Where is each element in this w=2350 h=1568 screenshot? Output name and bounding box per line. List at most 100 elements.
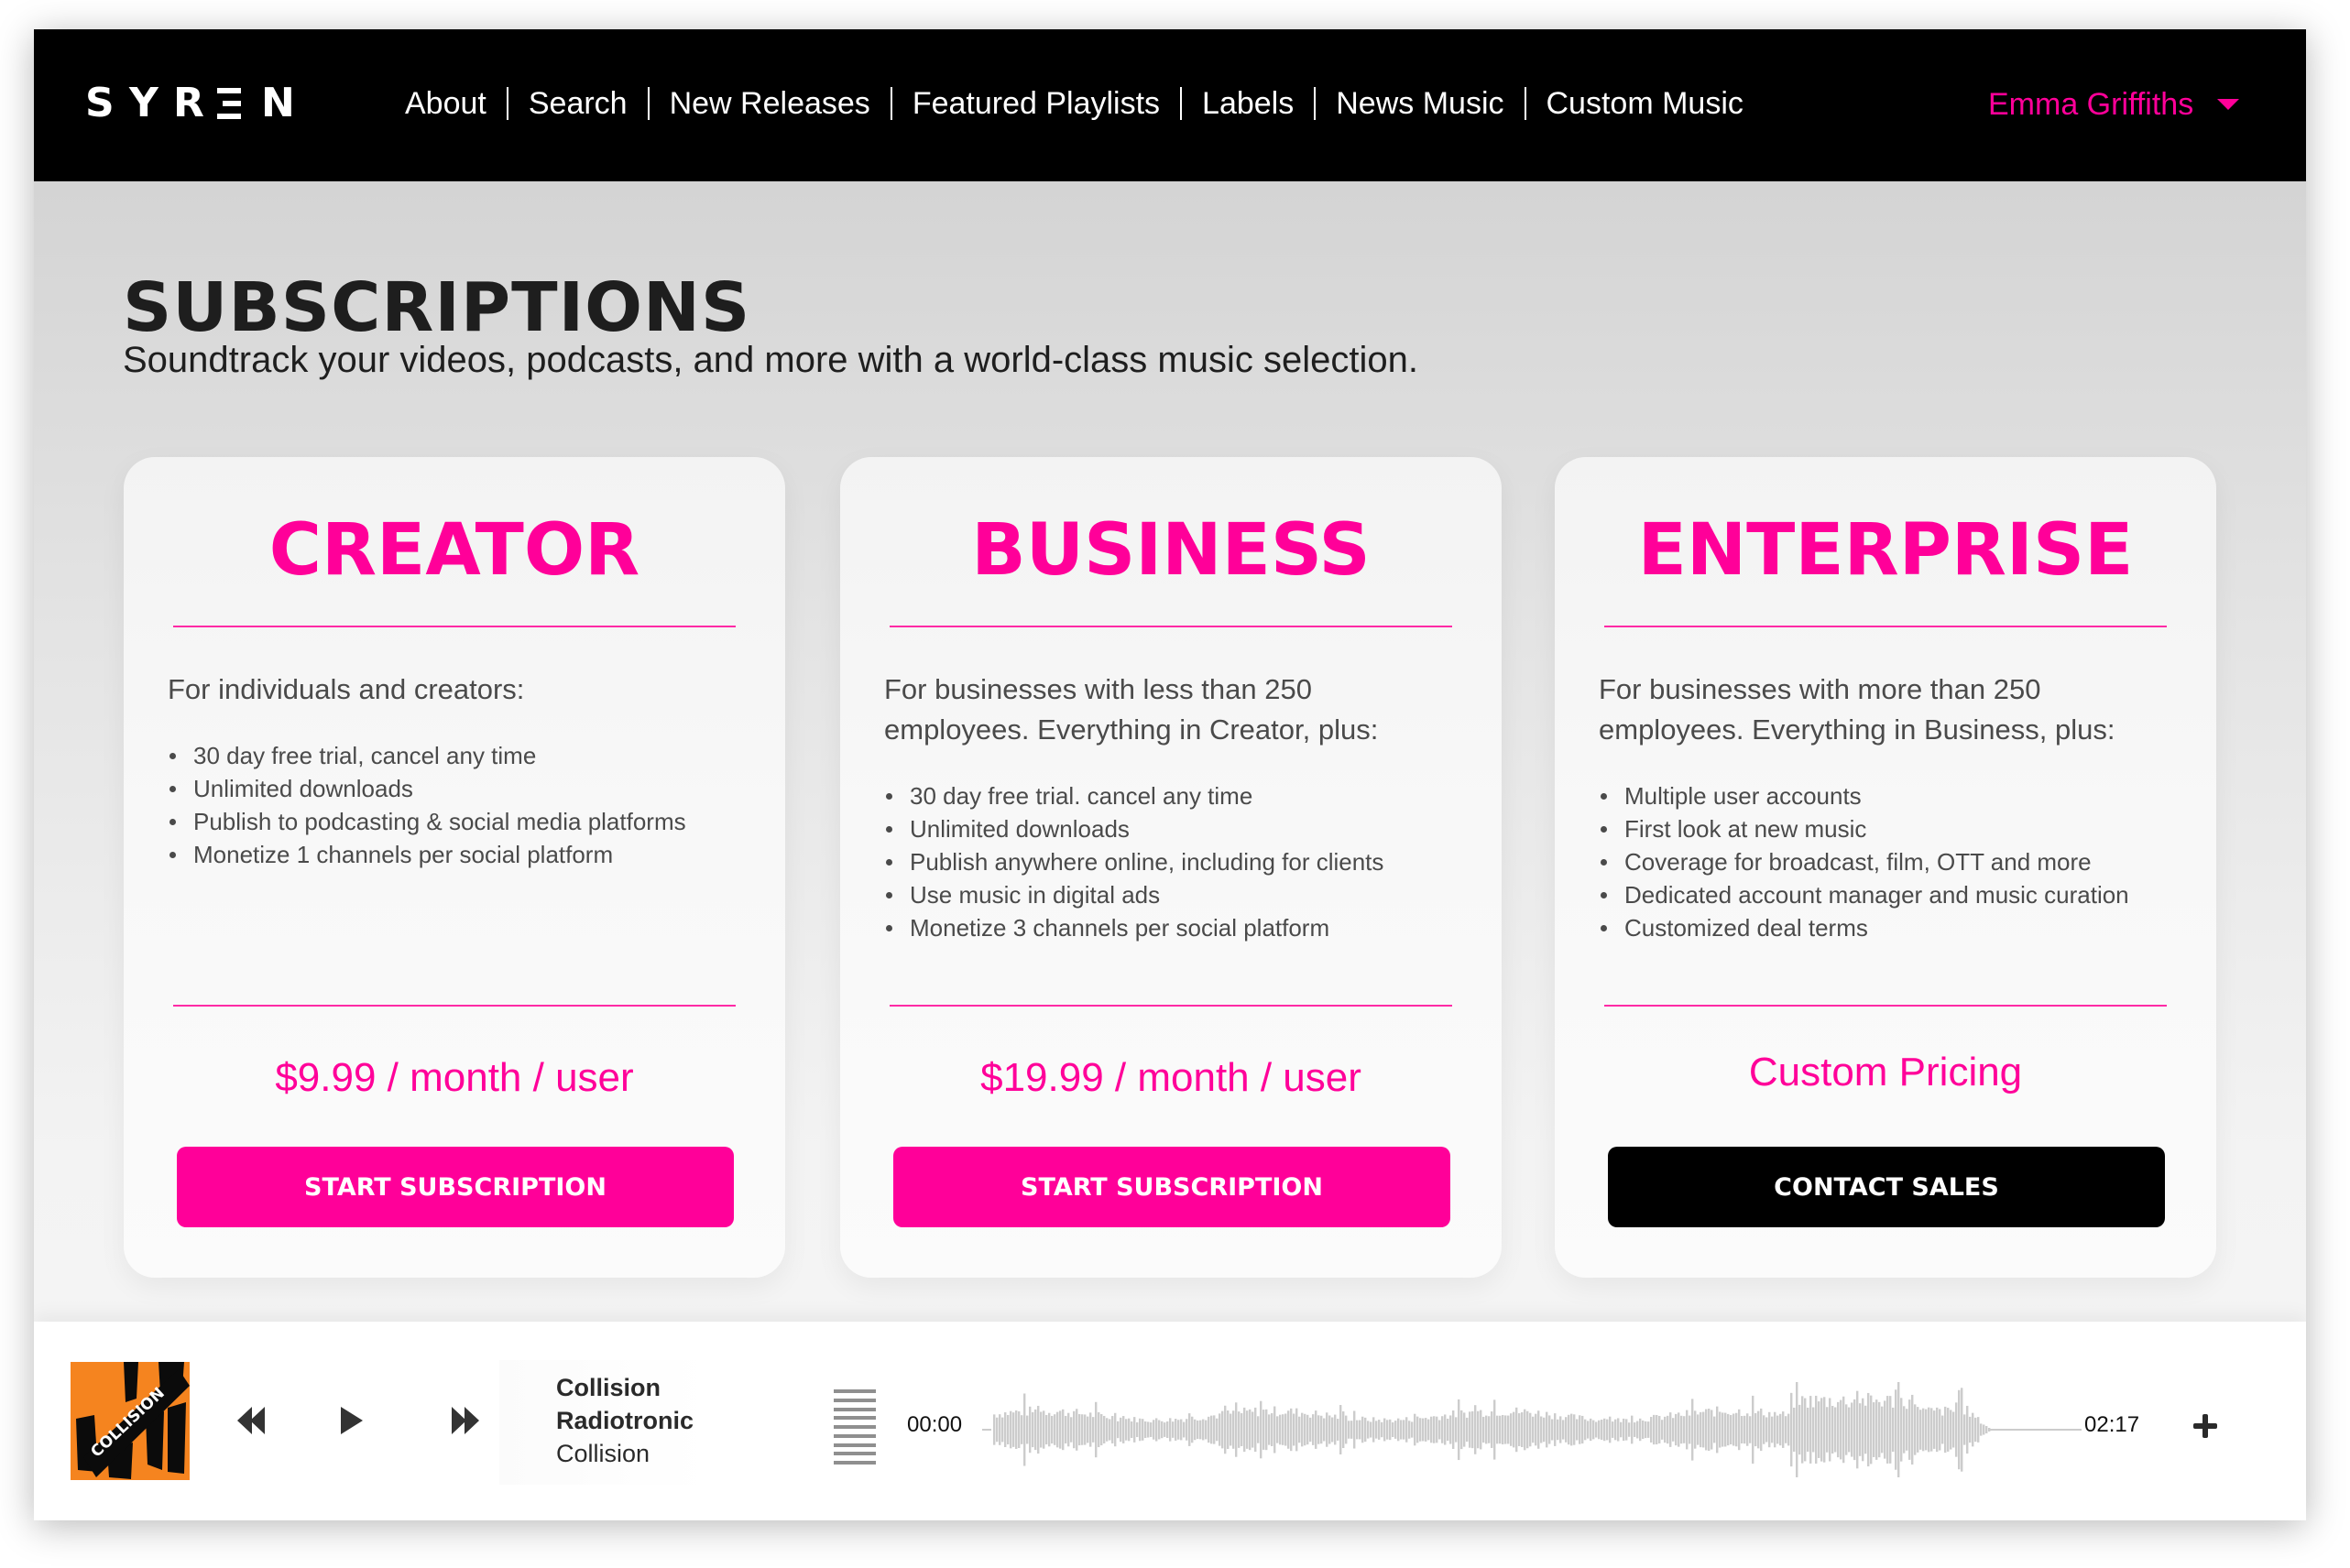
waveform-bar <box>1680 1415 1683 1444</box>
waveform-bar <box>1716 1406 1719 1454</box>
waveform-bar <box>1933 1410 1936 1449</box>
waveform-bar <box>1886 1396 1889 1464</box>
waveform-bar <box>1969 1416 1972 1443</box>
waveform-bar <box>1870 1395 1873 1465</box>
waveform-bar <box>1768 1411 1771 1448</box>
waveform-bar <box>1194 1419 1197 1441</box>
logo-letter: N <box>261 80 295 126</box>
play-icon <box>341 1407 363 1434</box>
waveform-bar <box>996 1417 999 1443</box>
waveform-bar <box>1287 1410 1290 1449</box>
caret-down-icon <box>2217 99 2240 110</box>
user-menu-dropdown[interactable]: Emma Griffiths <box>1988 84 2240 125</box>
waveform-bar <box>1210 1415 1213 1444</box>
waveform-bar <box>1724 1412 1727 1447</box>
nav-custom-music[interactable]: Custom Music <box>1547 86 1743 122</box>
feature-item: Multiple user accounts <box>1599 779 2198 812</box>
queue-list-icon[interactable] <box>834 1389 876 1465</box>
waveform-bar <box>1260 1400 1262 1459</box>
waveform-bar <box>1955 1402 1958 1457</box>
waveform-bar <box>1798 1404 1801 1455</box>
track-title[interactable]: Collision <box>556 1371 694 1404</box>
logo-letter: S <box>85 80 115 126</box>
waveform-bar <box>1131 1421 1133 1438</box>
waveform-bar <box>1760 1408 1763 1452</box>
start-subscription-creator-button[interactable]: START SUBSCRIPTION <box>177 1147 734 1227</box>
waveform-bar <box>1675 1413 1678 1446</box>
nav-search[interactable]: Search <box>529 86 628 122</box>
waveform-bar <box>1980 1423 1983 1436</box>
syren-logo[interactable]: S Y R N <box>85 80 305 126</box>
waveform-bar <box>1254 1407 1257 1453</box>
waveform-bar <box>1988 1428 1991 1432</box>
album-art[interactable]: COLLISION <box>71 1362 190 1480</box>
page-title: SUBSCRIPTIONS <box>123 268 751 347</box>
waveform-bar <box>1749 1416 1752 1443</box>
waveform-bar <box>993 1414 996 1445</box>
waveform-bar <box>1293 1413 1295 1446</box>
waveform-bar <box>1562 1420 1565 1440</box>
plan-title: CREATOR <box>268 509 640 592</box>
waveform-bar <box>1667 1415 1669 1444</box>
waveform-bar <box>1548 1415 1551 1444</box>
start-subscription-business-button[interactable]: START SUBSCRIPTION <box>893 1147 1450 1227</box>
nav-new-releases[interactable]: New Releases <box>670 86 870 122</box>
waveform-bar <box>1502 1414 1504 1445</box>
user-name: Emma Griffiths <box>1988 86 2194 122</box>
contact-sales-button[interactable]: CONTACT SALES <box>1608 1147 2165 1227</box>
waveform-bar <box>1826 1407 1829 1453</box>
waveform-bar <box>1216 1418 1219 1442</box>
waveform-bar <box>1620 1421 1623 1438</box>
waveform-bar <box>1691 1399 1694 1461</box>
waveform-bar <box>1603 1418 1606 1442</box>
waveform-bar <box>1416 1416 1419 1443</box>
waveform-bar <box>1823 1397 1826 1463</box>
waveform-bar <box>1045 1414 1048 1445</box>
nav-labels[interactable]: Labels <box>1202 86 1294 122</box>
feature-item: Monetize 1 channels per social platform <box>168 838 767 871</box>
nav-featured-playlists[interactable]: Featured Playlists <box>913 86 1160 122</box>
album-art-graphic: COLLISION <box>71 1362 190 1480</box>
waveform-bar <box>1408 1421 1411 1439</box>
waveform-bar <box>1601 1420 1603 1440</box>
waveform-bar <box>1199 1420 1202 1440</box>
waveform-bar <box>1040 1411 1043 1448</box>
waveform-bar <box>1304 1413 1306 1446</box>
waveform-bar <box>1392 1421 1394 1438</box>
waveform-bar <box>1853 1399 1856 1461</box>
waveform-bar <box>1241 1412 1243 1447</box>
waveform-bar <box>1983 1424 1985 1435</box>
waveform-bar <box>1265 1409 1268 1451</box>
waveform-bar <box>1807 1407 1809 1453</box>
waveform-bar <box>1840 1399 1842 1460</box>
waveform-bar <box>1284 1413 1287 1446</box>
waveform-bar <box>1183 1421 1186 1438</box>
app-window: S Y R N About Search New Releases Featur… <box>34 29 2306 1520</box>
track-album[interactable]: Collision <box>556 1437 694 1470</box>
divider <box>173 1005 736 1007</box>
waveform-bar <box>1842 1396 1845 1464</box>
waveform-bar <box>1922 1408 1925 1452</box>
waveform-bar <box>1441 1416 1444 1443</box>
nav-news-music[interactable]: News Music <box>1336 86 1503 122</box>
waveform-bar <box>1375 1421 1378 1439</box>
waveform-bar <box>1606 1419 1609 1441</box>
add-to-playlist-button[interactable] <box>2192 1413 2218 1439</box>
waveform-bar <box>1518 1413 1521 1446</box>
rewind-button[interactable] <box>237 1407 267 1439</box>
waveform-bar <box>1007 1414 1010 1445</box>
waveform-scrubber[interactable] <box>982 1382 2082 1477</box>
waveform-bar <box>1378 1420 1381 1440</box>
nav-separator <box>506 87 508 120</box>
waveform-bar <box>1023 1393 1026 1466</box>
waveform-bar <box>1252 1411 1254 1448</box>
waveform-bar <box>1614 1419 1617 1441</box>
track-artist[interactable]: Radiotronic <box>556 1404 694 1437</box>
waveform-bar <box>1689 1415 1691 1444</box>
waveform-bar <box>1271 1413 1273 1446</box>
nav-separator <box>890 87 892 120</box>
fast-forward-button[interactable] <box>450 1407 479 1439</box>
waveform-bar <box>1139 1418 1142 1442</box>
nav-about[interactable]: About <box>405 86 486 122</box>
play-button[interactable] <box>339 1407 365 1439</box>
